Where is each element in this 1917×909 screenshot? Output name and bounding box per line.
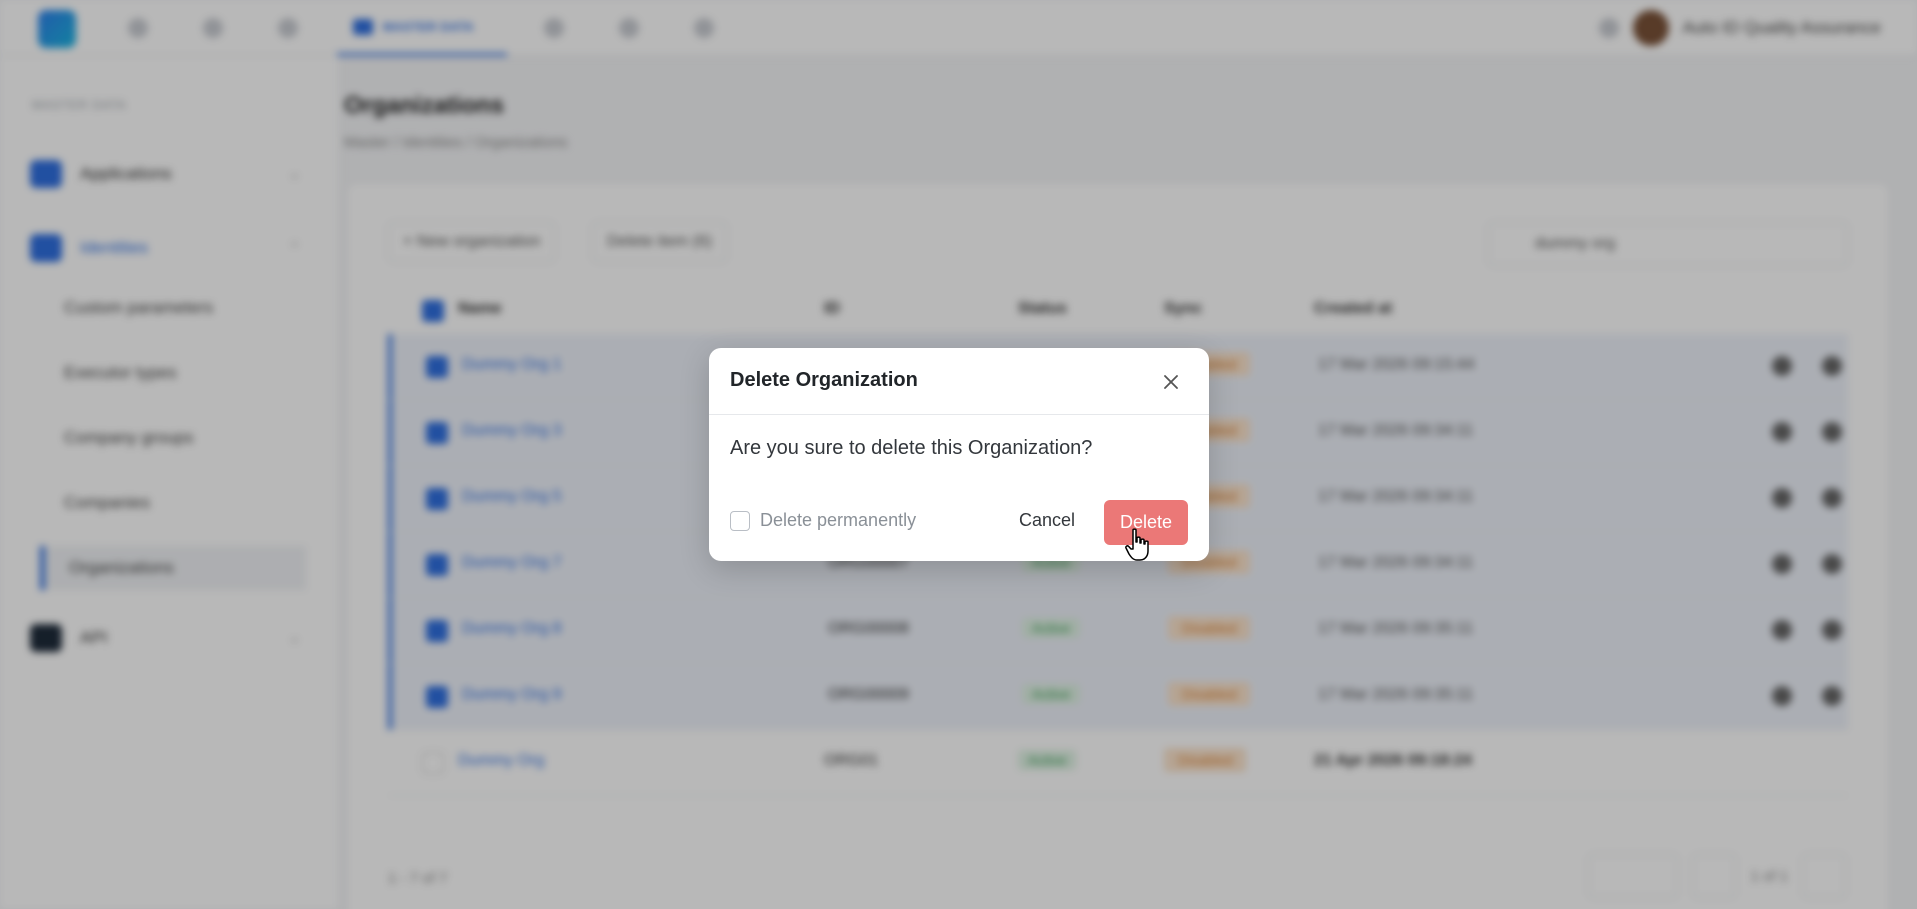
delete-permanently-label[interactable]: Delete permanently xyxy=(760,510,916,531)
close-button[interactable] xyxy=(1159,370,1183,394)
close-icon xyxy=(1164,375,1178,389)
dialog-header: Delete Organization xyxy=(709,348,1209,415)
delete-permanently-option[interactable]: Delete permanently xyxy=(730,510,916,531)
cancel-button[interactable]: Cancel xyxy=(1011,500,1083,540)
delete-permanently-checkbox[interactable] xyxy=(730,510,750,531)
dialog-title: Delete Organization xyxy=(730,369,918,391)
hand-pointer-icon xyxy=(1125,528,1149,561)
dialog-message: Are you sure to delete this Organization… xyxy=(730,437,1093,459)
